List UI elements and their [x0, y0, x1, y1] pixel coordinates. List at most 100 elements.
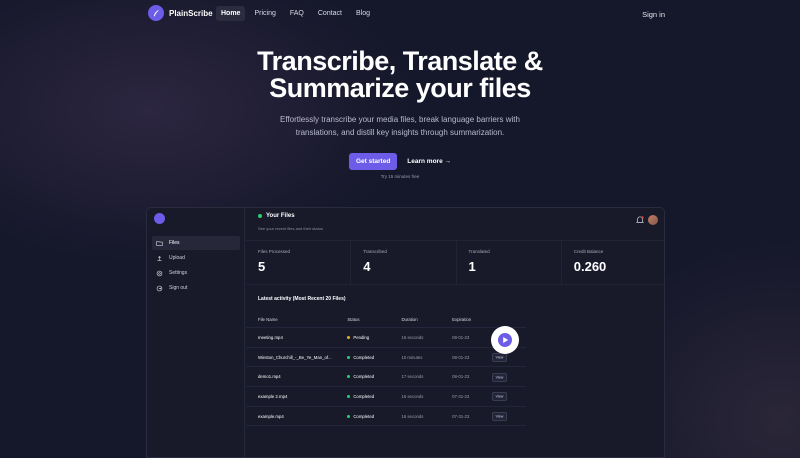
upload-icon — [157, 255, 162, 261]
file-expiration: 07-31-23 — [452, 393, 470, 399]
app-preview: Files Upload Settings Sign out Your File… — [146, 207, 665, 458]
column-header-expiration: Expiration — [452, 317, 472, 322]
learn-more-link[interactable]: Learn more → — [407, 158, 451, 165]
sidebar-item-settings[interactable]: Settings — [152, 266, 240, 280]
table-row[interactable]: example 2.mp4 Completed 16 seconds 07-31… — [246, 387, 526, 407]
stat-label: Files Processed — [258, 249, 291, 254]
file-expiration: 08-01-23 — [452, 334, 470, 340]
file-status: Completed — [347, 374, 401, 379]
files-table: File Name Status Duration Expiration mee… — [246, 312, 526, 427]
stat-files-processed: Files Processed 5 — [246, 241, 352, 284]
status-text: Completed — [353, 393, 375, 399]
brand-name: PlainScribe — [169, 8, 213, 18]
file-name: example 2.mp4 — [258, 393, 288, 399]
sidebar-item-label: Upload — [169, 255, 185, 261]
avatar[interactable] — [648, 215, 658, 225]
status-text: Completed — [353, 374, 375, 380]
activity-title: Latest activity (Most Recent 20 Files) — [258, 296, 346, 302]
folder-icon — [156, 240, 163, 246]
sidebar-item-files[interactable]: Files — [152, 236, 240, 250]
file-name: meeting.mp4 — [258, 334, 283, 340]
page-title: Your Files — [258, 213, 295, 219]
stat-translated: Translated 1 — [457, 241, 562, 284]
app-sidebar: Files Upload Settings Sign out — [147, 208, 245, 457]
sidebar-item-label: Files — [169, 240, 180, 246]
completed-dot-icon — [347, 394, 351, 398]
status-text: Completed — [353, 354, 375, 360]
file-duration: 10 minutes — [401, 354, 423, 360]
stat-value: 4 — [363, 259, 371, 274]
app-main: Your Files See your recent files and the… — [246, 208, 664, 457]
file-name: demo1.mp4 — [258, 374, 281, 380]
sidebar-item-upload[interactable]: Upload — [152, 251, 240, 265]
pending-dot-icon — [347, 335, 351, 339]
nav-pricing[interactable]: Pricing — [249, 6, 280, 21]
file-status: Completed — [347, 414, 401, 419]
sidebar-item-label: Settings — [169, 270, 188, 276]
stat-credit-balance: Credit Balance 0.260 — [562, 241, 664, 284]
file-name: example.mp4 — [258, 413, 284, 419]
stat-label: Credit Balance — [573, 249, 604, 254]
play-video-button[interactable] — [491, 326, 519, 354]
app-logo-icon — [154, 213, 165, 224]
nav-home[interactable]: Home — [216, 6, 246, 21]
stat-value: 0.260 — [573, 259, 607, 274]
nav-contact[interactable]: Contact — [313, 6, 347, 21]
stat-value: 1 — [468, 259, 476, 274]
file-expiration: 08-01-23 — [452, 374, 470, 380]
nav-blog[interactable]: Blog — [351, 6, 375, 21]
file-duration: 16 seconds — [401, 413, 424, 419]
signout-icon — [156, 285, 163, 291]
status-text: Completed — [353, 413, 375, 419]
hero-title: Transcribe, Translate & Summarize your f… — [0, 48, 800, 102]
view-button[interactable]: View — [491, 412, 508, 422]
play-icon — [498, 333, 512, 347]
page-title-text: Your Files — [266, 213, 295, 219]
view-button[interactable]: View — [491, 392, 508, 402]
hero-title-line2: Summarize your files — [269, 73, 531, 103]
file-expiration: 07-31-23 — [452, 413, 470, 419]
file-status: Completed — [347, 394, 401, 399]
column-header-duration: Duration — [401, 317, 418, 322]
file-name: Winston_Churchill_-_Be_Ye_Man_of... — [258, 354, 332, 360]
file-expiration: 08-01-23 — [452, 354, 470, 360]
view-button[interactable]: View — [491, 372, 508, 382]
stat-transcribed: Transcribed 4 — [351, 241, 457, 284]
table-row[interactable]: meeting.mp4 Pending 16 seconds 08-01-23 — [246, 328, 526, 348]
stat-label: Transcribed — [363, 249, 387, 254]
column-header-status: Status — [347, 317, 360, 322]
file-duration: 16 seconds — [401, 334, 424, 340]
get-started-button[interactable]: Get started — [348, 153, 398, 170]
trial-note: Try 15 minutes free — [380, 174, 420, 179]
column-header-name: File Name — [258, 317, 278, 322]
sidebar-item-signout[interactable]: Sign out — [152, 281, 240, 295]
view-button[interactable]: View — [491, 353, 508, 363]
stat-label: Translated — [468, 249, 490, 254]
file-status: Completed — [347, 355, 401, 360]
gear-icon — [156, 270, 163, 276]
nav-faq[interactable]: FAQ — [285, 6, 309, 21]
stats-row: Files Processed 5 Transcribed 4 Translat… — [246, 240, 664, 285]
file-status: Pending — [347, 335, 401, 340]
table-row[interactable]: Winston_Churchill_-_Be_Ye_Man_of... Comp… — [246, 348, 526, 368]
feather-icon — [148, 5, 164, 21]
file-duration: 16 seconds — [401, 393, 424, 399]
table-row[interactable]: example.mp4 Completed 16 seconds 07-31-2… — [246, 407, 526, 427]
table-row[interactable]: demo1.mp4 Completed 17 seconds 08-01-23 … — [246, 367, 526, 388]
hero-title-line1: Transcribe, Translate & — [257, 46, 543, 76]
notification-icon[interactable] — [636, 216, 644, 224]
page-subtitle: See your recent files and their status — [258, 226, 323, 231]
status-text: Pending — [353, 334, 370, 340]
file-duration: 17 seconds — [401, 374, 424, 380]
brand-logo[interactable]: PlainScribe — [148, 5, 213, 21]
top-nav: PlainScribe Home Pricing FAQ Contact Blo… — [0, 0, 800, 28]
sidebar-item-label: Sign out — [169, 285, 188, 291]
completed-dot-icon — [347, 375, 351, 379]
table-header: File Name Status Duration Expiration — [246, 312, 526, 328]
status-dot-icon — [258, 214, 262, 218]
hero-subtitle: Effortlessly transcribe your media files… — [280, 115, 520, 137]
stat-value: 5 — [258, 259, 266, 274]
completed-dot-icon — [347, 355, 351, 359]
signin-link[interactable]: Sign in — [642, 10, 665, 19]
completed-dot-icon — [347, 414, 351, 418]
